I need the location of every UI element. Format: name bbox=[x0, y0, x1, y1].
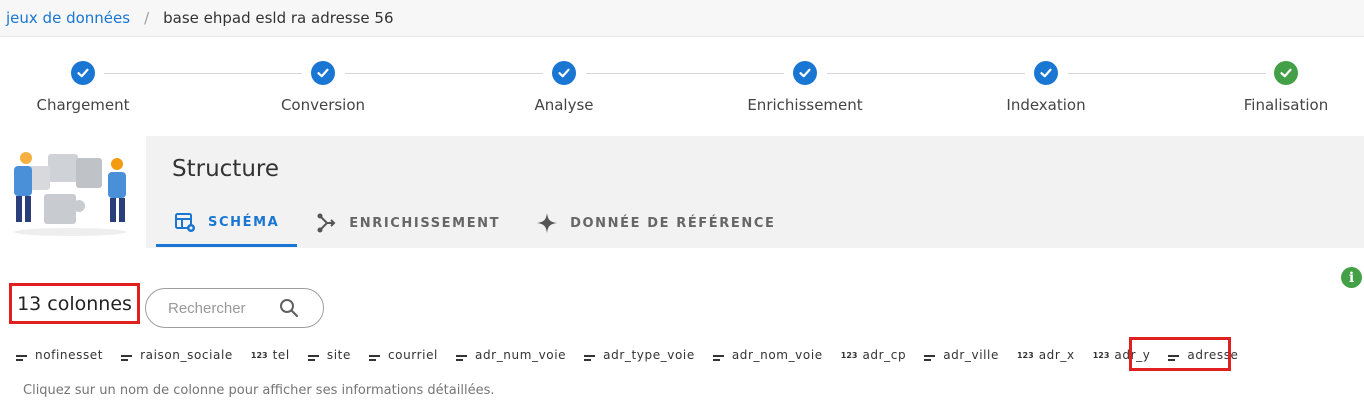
column-chip[interactable]: nofinesset bbox=[16, 348, 103, 362]
column-list: nofinesset raison_sociale 123 tel site courri… bbox=[16, 344, 1257, 366]
check-icon bbox=[552, 61, 576, 85]
check-icon bbox=[793, 61, 817, 85]
tab-donnee-reference[interactable]: DONNÉE DE RÉFÉRENCE bbox=[518, 200, 793, 246]
step-enrichissement: Enrichissement bbox=[725, 61, 885, 114]
progress-stepper: Chargement Conversion Analyse Enrichisse… bbox=[0, 37, 1364, 136]
column-name: adr_ville bbox=[943, 348, 999, 362]
step-finalisation: Finalisation bbox=[1206, 61, 1364, 114]
column-name: adr_num_voie bbox=[475, 348, 567, 362]
step-indexation: Indexation bbox=[966, 61, 1126, 114]
step-analyse: Analyse bbox=[484, 61, 644, 114]
column-name: courriel bbox=[387, 348, 438, 362]
column-chip[interactable]: adr_nom_voie bbox=[712, 348, 823, 362]
text-type-icon bbox=[16, 351, 27, 361]
text-type-icon bbox=[584, 351, 596, 361]
sparkle-icon bbox=[536, 212, 558, 234]
text-type-icon bbox=[368, 351, 380, 361]
number-type-icon: 123 bbox=[1016, 350, 1034, 360]
step-label: Conversion bbox=[280, 96, 366, 114]
tab-label: SCHÉMA bbox=[208, 214, 280, 230]
column-chip[interactable]: 123 adr_x bbox=[1017, 348, 1075, 362]
breadcrumb: jeux de données / base ehpad esld ra adr… bbox=[0, 0, 1364, 37]
check-icon bbox=[1274, 61, 1298, 85]
column-chip[interactable]: raison_sociale bbox=[121, 348, 233, 362]
column-name: adr_cp bbox=[862, 348, 907, 362]
step-label: Indexation bbox=[1006, 96, 1086, 114]
puzzle-illustration-icon bbox=[0, 136, 146, 248]
step-conversion: Conversion bbox=[243, 61, 403, 114]
tab-schema[interactable]: SCHÉMA bbox=[156, 200, 298, 247]
column-name: raison_sociale bbox=[140, 348, 233, 362]
hint-text: Cliquez sur un nom de colonne pour affic… bbox=[23, 383, 495, 398]
text-type-icon bbox=[712, 351, 724, 361]
column-name: adr_x bbox=[1038, 348, 1075, 362]
column-name: adr_nom_voie bbox=[731, 348, 823, 362]
number-type-icon: 123 bbox=[250, 350, 268, 360]
number-type-icon: 123 bbox=[1092, 350, 1110, 360]
column-chip[interactable]: adr_type_voie bbox=[584, 348, 695, 362]
text-type-icon bbox=[924, 351, 936, 361]
check-icon bbox=[71, 61, 95, 85]
search-icon[interactable] bbox=[279, 298, 299, 318]
page-title: Structure bbox=[172, 156, 279, 182]
breadcrumb-separator: / bbox=[144, 9, 150, 27]
column-chip[interactable]: adr_ville bbox=[924, 348, 999, 362]
text-type-icon bbox=[121, 351, 133, 361]
structure-header: Structure SCHÉMA ENRICHISSEMENT DONNÉE D… bbox=[0, 136, 1364, 248]
breadcrumb-current: base ehpad esld ra adresse 56 bbox=[163, 9, 394, 27]
column-chip[interactable]: site bbox=[307, 348, 351, 362]
highlight-box bbox=[1129, 337, 1231, 371]
tab-label: DONNÉE DE RÉFÉRENCE bbox=[570, 215, 776, 231]
step-label: Enrichissement bbox=[747, 96, 863, 114]
column-chip[interactable]: adr_num_voie bbox=[456, 348, 566, 362]
column-count: 13 colonnes bbox=[9, 283, 140, 324]
tab-enrichissement[interactable]: ENRICHISSEMENT bbox=[297, 200, 518, 246]
tab-label: ENRICHISSEMENT bbox=[349, 215, 501, 231]
column-name: nofinesset bbox=[35, 348, 104, 362]
breadcrumb-link-datasets[interactable]: jeux de données bbox=[6, 9, 130, 27]
step-label: Chargement bbox=[36, 96, 130, 114]
check-icon bbox=[311, 61, 335, 85]
search-field[interactable] bbox=[145, 288, 324, 328]
column-name: tel bbox=[272, 348, 290, 362]
table-settings-icon bbox=[174, 211, 196, 233]
search-input[interactable] bbox=[168, 299, 278, 317]
tab-bar: SCHÉMA ENRICHISSEMENT DONNÉE DE RÉFÉRENC… bbox=[156, 200, 793, 248]
step-label: Finalisation bbox=[1243, 96, 1329, 114]
column-chip[interactable]: courriel bbox=[368, 348, 438, 362]
check-icon bbox=[1034, 61, 1058, 85]
number-type-icon: 123 bbox=[840, 350, 858, 360]
column-name: adr_type_voie bbox=[603, 348, 695, 362]
text-type-icon bbox=[456, 351, 467, 361]
info-icon[interactable]: i bbox=[1341, 267, 1362, 288]
column-chip[interactable]: 123 adr_cp bbox=[841, 348, 906, 362]
step-chargement: Chargement bbox=[3, 61, 163, 114]
merge-arrows-icon bbox=[315, 212, 337, 234]
step-label: Analyse bbox=[534, 96, 594, 114]
column-chip[interactable]: 123 tel bbox=[251, 348, 290, 362]
text-type-icon bbox=[307, 351, 319, 361]
column-name: site bbox=[326, 348, 351, 362]
